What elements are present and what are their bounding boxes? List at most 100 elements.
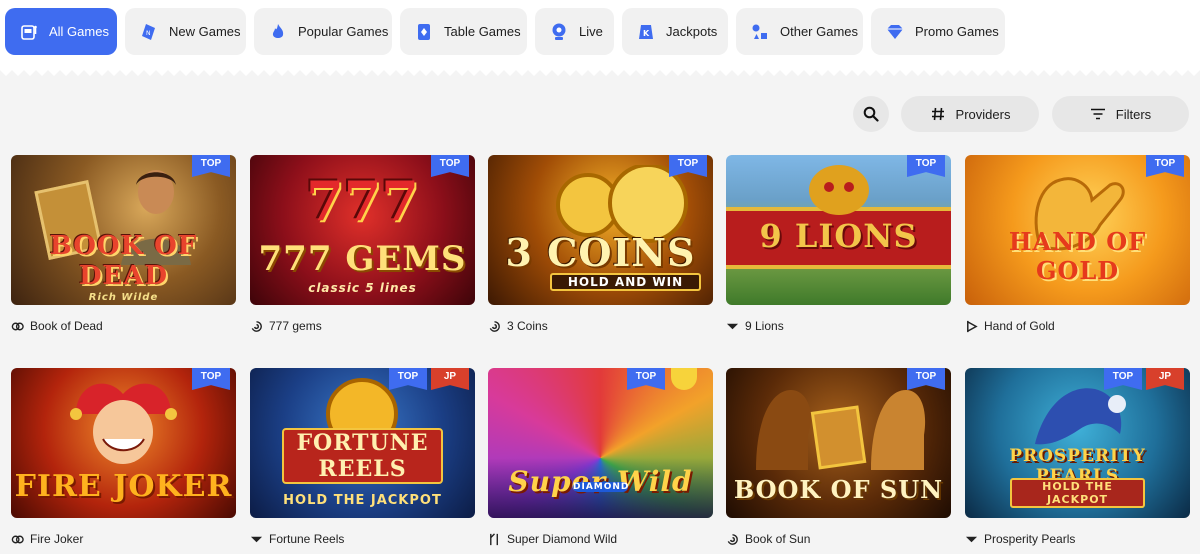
filters-label: Filters [1115,106,1152,122]
tab-jackpots[interactable]: K Jackpots [622,8,728,55]
game-logo: 777 GEMS [258,239,467,279]
tab-live[interactable]: Live [535,8,614,55]
game-logo: 3 COINS [505,230,696,275]
game-logo: BOOK OF SUN [733,475,944,504]
egyptian-figures-art [756,390,926,470]
tab-label: All Games [49,24,109,39]
game-category-bar: All Games N New Games Popular Games Tabl… [0,0,1200,70]
game-subtitle: DIAMOND [573,482,630,492]
game-caption: Fortune Reels [250,532,475,546]
playngo-icon [11,322,24,330]
fork-provider-icon [490,532,498,545]
sevens-art: 777 [306,169,419,233]
hash-icon [931,107,944,121]
game-title[interactable]: Fortune Reels [269,532,344,546]
game-thumbnail[interactable]: FORTUNE REELS HOLD THE JACKPOT TOP JP [250,368,475,518]
lion-head-art [809,165,869,215]
game-caption: 777 gems [250,319,475,333]
game-thumbnail[interactable]: FIRE JOKER TOP [11,368,236,518]
spiral-icon [727,533,738,545]
game-thumbnail[interactable]: BOOK OF SUN TOP [726,368,951,518]
tab-label: New Games [169,24,241,39]
shapes-icon [752,24,767,39]
game-thumbnail[interactable]: PROSPERITY PEARLS HOLD THE JACKPOT TOP J… [965,368,1190,518]
game-title[interactable]: Book of Dead [30,319,103,333]
game-card-prosperity-pearls[interactable]: PROSPERITY PEARLS HOLD THE JACKPOT TOP J… [965,368,1190,546]
tab-all-games[interactable]: All Games [5,8,117,55]
game-logo: FORTUNE REELS [282,428,443,484]
filters-button[interactable]: Filters [1052,96,1189,132]
diamond-icon [887,24,903,39]
game-caption: Hand of Gold [965,319,1190,333]
game-caption: 9 Lions [726,319,951,333]
game-title[interactable]: 777 gems [269,319,322,333]
svg-text:K: K [643,29,650,38]
tab-other-games[interactable]: Other Games [736,8,863,55]
providers-label: Providers [955,106,1011,122]
tab-popular-games[interactable]: Popular Games [254,8,392,55]
game-card-fortune-reels[interactable]: FORTUNE REELS HOLD THE JACKPOT TOP JP Fo… [250,368,475,546]
game-subtitle: Rich Wilde [88,292,159,303]
svg-text:N: N [146,30,151,37]
game-thumbnail[interactable]: 3 COINS HOLD AND WIN TOP [488,155,713,305]
game-card-hand-of-gold[interactable]: HAND OF GOLD TOP Hand of Gold [965,155,1190,333]
search-button[interactable] [853,96,889,132]
fire-icon [272,23,284,38]
game-thumbnail[interactable]: Super Wild DIAMOND TOP [488,368,713,518]
tab-table-games[interactable]: Table Games [400,8,527,55]
game-title[interactable]: 9 Lions [745,319,784,333]
game-title[interactable]: Fire Joker [30,532,83,546]
chevron-provider-icon [250,536,263,542]
chevron-provider-icon [965,536,978,542]
game-caption: Book of Dead [11,319,236,333]
tab-label: Live [579,24,603,39]
tab-label: Promo Games [915,24,999,39]
joker-face-art [70,383,177,464]
game-caption: Fire Joker [11,532,236,546]
game-logo: BOOK OF DEAD [49,231,198,291]
game-logo: HAND OF GOLD [1008,227,1147,285]
game-thumbnail[interactable]: 9 LIONS TOP [726,155,951,305]
game-card-777-gems[interactable]: 777 777 GEMS classic 5 lines TOP 777 gem… [250,155,475,333]
game-thumbnail[interactable]: 777 777 GEMS classic 5 lines TOP [250,155,475,305]
zigzag-divider [0,66,1200,76]
game-card-3-coins[interactable]: 3 COINS HOLD AND WIN TOP 3 Coins [488,155,713,333]
game-caption: 3 Coins [488,319,713,333]
game-caption: Prosperity Pearls [965,532,1190,546]
game-thumbnail[interactable]: HAND OF GOLD TOP [965,155,1190,305]
jackpot-icon: K [639,24,653,39]
game-card-fire-joker[interactable]: FIRE JOKER TOP Fire Joker [11,368,236,546]
tab-label: Popular Games [298,24,389,39]
game-card-9-lions[interactable]: 9 LIONS TOP 9 Lions [726,155,951,333]
game-card-book-of-dead[interactable]: BOOK OF DEAD Rich Wilde TOP Book of Dead [11,155,236,333]
spiral-icon [489,320,500,332]
play-flag-icon [967,320,978,332]
tab-label: Table Games [444,24,521,39]
game-logo: FIRE JOKER [14,469,233,504]
game-title[interactable]: Book of Sun [745,532,810,546]
webcam-icon [552,23,566,40]
game-thumbnail[interactable]: BOOK OF DEAD Rich Wilde TOP [11,155,236,305]
new-tag-icon: N [142,23,155,40]
game-caption: Book of Sun [726,532,951,546]
tab-label: Jackpots [666,24,718,39]
tab-promo-games[interactable]: Promo Games [871,8,1005,55]
card-icon [418,23,430,40]
game-title[interactable]: Hand of Gold [984,319,1055,333]
spiral-icon [251,320,262,332]
providers-button[interactable]: Providers [901,96,1039,132]
tab-label: Other Games [780,24,859,39]
tab-new-games[interactable]: N New Games [125,8,246,55]
game-title[interactable]: Super Diamond Wild [507,532,617,546]
category-tabs: All Games N New Games Popular Games Tabl… [5,8,1005,55]
game-card-super-diamond-wild[interactable]: Super Wild DIAMOND TOP Super Diamond Wil… [488,368,713,546]
playngo-icon [11,535,24,543]
game-title[interactable]: 3 Coins [507,319,548,333]
game-subtitle: HOLD THE JACKPOT [283,493,442,508]
game-subtitle: classic 5 lines [308,281,417,295]
game-title[interactable]: Prosperity Pearls [984,532,1075,546]
slot-machine-icon [21,24,37,40]
search-icon [863,106,879,122]
game-card-book-of-sun[interactable]: BOOK OF SUN TOP Book of Sun [726,368,951,546]
chevron-provider-icon [726,323,739,329]
